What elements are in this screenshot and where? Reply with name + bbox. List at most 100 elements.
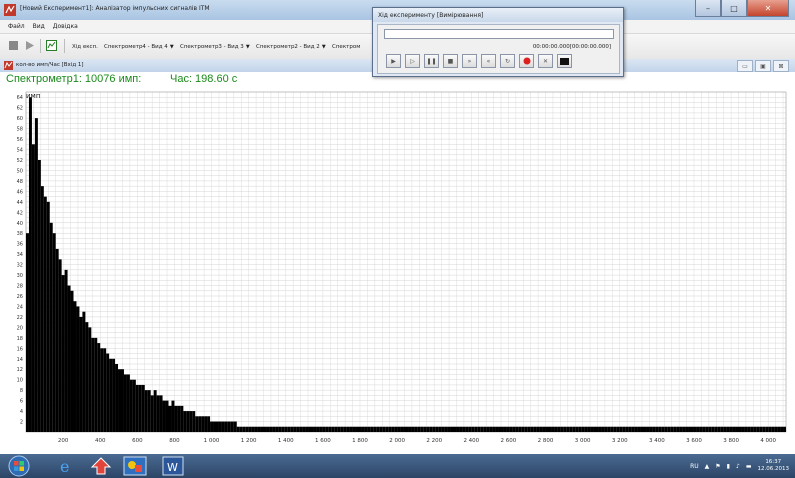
x-tick-label: 4 000 [760, 438, 776, 444]
stop-button[interactable]: ■ [443, 54, 458, 68]
screen-button[interactable] [557, 54, 572, 68]
histogram-bar [444, 426, 448, 432]
y-tick-label: 28 [17, 284, 23, 290]
histogram-bar [590, 426, 594, 432]
x-tick-label: 2 000 [389, 438, 405, 444]
fast-forward-button[interactable]: » [462, 54, 477, 68]
tray-expand-icon[interactable]: ▲ [705, 463, 710, 470]
histogram-bar [459, 426, 463, 432]
histogram-bar [322, 426, 326, 432]
restore-down-button[interactable]: ▭ [737, 60, 753, 72]
close-button[interactable]: ✕ [747, 0, 789, 17]
x-tick-label: 200 [58, 438, 69, 444]
histogram-bar [468, 426, 472, 432]
histogram-bar [533, 426, 537, 432]
histogram-bar [711, 426, 715, 432]
network-icon[interactable]: ▮ [727, 463, 730, 470]
x-tick-label: 2 600 [501, 438, 517, 444]
flag-icon[interactable]: ⚑ [715, 463, 720, 470]
language-indicator[interactable]: RU [690, 463, 699, 470]
histogram-bar [578, 426, 582, 432]
clock[interactable]: 16:37 12.06.2013 [758, 459, 790, 473]
experiment-progress-bar [384, 29, 614, 39]
histogram-bar [109, 358, 113, 432]
svg-text:W: W [167, 461, 178, 474]
maximize-button[interactable]: □ [721, 0, 747, 17]
experiment-progress-button[interactable]: Хід експ. [72, 44, 98, 50]
toolbar-separator [40, 39, 41, 53]
chart-view-icon[interactable] [46, 40, 57, 51]
play-button[interactable]: ▶ [386, 54, 401, 68]
minimize-button[interactable]: – [695, 0, 721, 17]
y-tick-label: 26 [17, 294, 23, 300]
y-tick-label: 6 [20, 399, 23, 405]
histogram-bar [94, 337, 98, 432]
y-tick-label: 50 [17, 168, 23, 174]
y-tick-label: 42 [17, 210, 23, 216]
pause-button[interactable]: ❚❚ [424, 54, 439, 68]
volume-icon[interactable]: ♪ [736, 463, 740, 470]
view-button-4[interactable]: Спектрометр4 - Вид 4 ▼ [104, 44, 176, 50]
play-icon[interactable] [24, 40, 35, 51]
histogram-bar [49, 222, 53, 432]
step-button[interactable]: ▷ [405, 54, 420, 68]
step-icon: ▷ [410, 57, 415, 65]
histogram-bar [159, 395, 163, 432]
counts-label: Спектрометр1: 10076 имп: [6, 73, 142, 85]
y-tick-label: 64 [17, 95, 23, 101]
histogram-bar [584, 426, 588, 432]
histogram-bar [376, 426, 380, 432]
stop-square-icon[interactable] [8, 40, 19, 51]
histogram-bar [248, 426, 252, 432]
histogram-bar [55, 248, 59, 432]
histogram-bar [658, 426, 662, 432]
start-orb-icon[interactable] [6, 455, 32, 477]
histogram-bar [640, 426, 644, 432]
view-button-3[interactable]: Спектрометр3 - Вид 3 ▼ [180, 44, 252, 50]
histogram-bar [367, 426, 371, 432]
paint-icon[interactable] [120, 456, 150, 476]
word-icon[interactable]: W [158, 456, 188, 476]
histogram-bar [305, 426, 309, 432]
y-tick-label: 44 [17, 200, 23, 206]
y-tick-label: 4 [20, 409, 23, 415]
histogram-bar [168, 405, 172, 432]
x-tick-label: 1 200 [241, 438, 257, 444]
histogram-bar [661, 426, 665, 432]
app-task-icon[interactable] [86, 456, 116, 476]
view-button-1[interactable]: Спектром [332, 44, 360, 50]
ie-icon[interactable]: e [52, 456, 82, 476]
cancel-button[interactable]: ✕ [538, 54, 553, 68]
app-icon [4, 4, 16, 16]
histogram-bar [619, 426, 623, 432]
y-tick-label: 16 [17, 346, 23, 352]
histogram-bar [637, 426, 641, 432]
repeat-button[interactable]: ↻ [500, 54, 515, 68]
y-tick-label: 8 [20, 388, 23, 394]
cancel-icon: ✕ [542, 57, 549, 65]
close-child-button[interactable]: ⊠ [773, 60, 789, 72]
rewind-button[interactable]: « [481, 54, 496, 68]
histogram-bar [230, 421, 234, 432]
menu-item-view[interactable]: Вид [33, 23, 45, 30]
histogram-bar [438, 426, 442, 432]
histogram-bar [272, 426, 276, 432]
record-button[interactable] [519, 54, 534, 68]
histogram-bar [417, 426, 421, 432]
time-label: Час: 198.60 с [170, 73, 238, 85]
view-button-2[interactable]: Спектрометр2 - Вид 2 ▼ [256, 44, 328, 50]
histogram-bar [174, 405, 178, 432]
maximize-child-button[interactable]: ▣ [755, 60, 771, 72]
battery-icon[interactable]: ▬ [746, 463, 752, 470]
histogram-bar [198, 416, 202, 432]
menu-item-help[interactable]: Довідка [53, 23, 78, 30]
menu-item-file[interactable]: Файл [8, 23, 25, 30]
histogram-bar [625, 426, 629, 432]
histogram-bar [524, 426, 528, 432]
histogram-bar [518, 426, 522, 432]
histogram-bar [67, 285, 71, 432]
histogram-bar [708, 426, 712, 432]
spectrum-chart[interactable]: 2468101214161820222426283032343638404244… [0, 86, 795, 454]
histogram-bar [753, 426, 757, 432]
histogram-bar [643, 426, 647, 432]
